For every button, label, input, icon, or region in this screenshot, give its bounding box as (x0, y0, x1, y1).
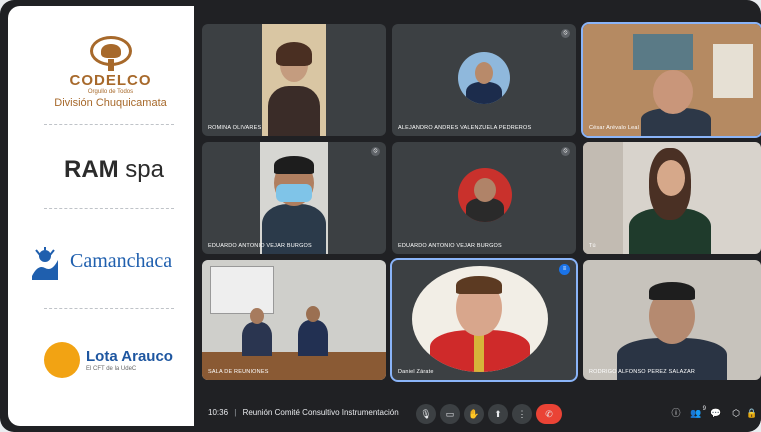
participant-video (412, 266, 548, 372)
lock-icon: 🔒 (746, 408, 758, 418)
control-bar: 10:36 | Reunión Comité Consultivo Instru… (194, 396, 761, 432)
meeting-separator: | (234, 408, 237, 417)
microphone-button[interactable]: 🎙 (416, 404, 436, 424)
participant-tile[interactable]: ⦸ RODRIGO ALFONSO PEREZ SALAZAR (583, 260, 761, 380)
lota-arauco-logo: Lota Arauco El CFT de la UdeC (44, 342, 194, 382)
meeting-time: 10:36 (208, 408, 229, 417)
lota-subtitle: El CFT de la UdeC (86, 366, 137, 372)
meeting-title: Reunión Comité Consultivo Instrumentació… (242, 408, 399, 417)
hand-icon: ✋ (468, 409, 480, 419)
participant-name: ALEJANDRO ANDRES VALENZUELA PEDREROS (398, 125, 532, 131)
participant-avatar (458, 52, 510, 104)
participant-name: Tú (589, 243, 596, 249)
participant-tile[interactable]: ⦸ ALEJANDRO ANDRES VALENZUELA PEDREROS (392, 24, 576, 136)
divider (44, 208, 174, 209)
host-controls-button[interactable]: 🔒 (745, 406, 759, 420)
ram-logo: RAM spa (44, 156, 184, 184)
participant-video (262, 24, 326, 136)
meeting-info: 10:36 | Reunión Comité Consultivo Instru… (208, 408, 399, 417)
meeting-window: CODELCO Orgullo de Todos División Chuqui… (0, 0, 761, 432)
codelco-tagline: Orgullo de Todos (87, 89, 134, 95)
participant-name: César Arévalo Leal (589, 125, 640, 131)
participant-video (583, 260, 761, 380)
participant-tile[interactable]: SALA DE REUNIONES (202, 260, 386, 380)
end-call-icon: ✆ (545, 409, 553, 419)
participant-name: SALA DE REUNIONES (208, 369, 269, 375)
participant-video (202, 260, 386, 380)
activities-icon: ⬡ (732, 408, 740, 418)
participant-video (583, 24, 761, 136)
activities-button[interactable]: ⬡ (729, 406, 743, 420)
present-icon: ⬆ (494, 409, 502, 419)
codelco-mark-icon (89, 36, 132, 71)
ram-logo-bold: RAM (63, 156, 119, 183)
end-call-button[interactable]: ✆ (536, 404, 562, 424)
participant-video (260, 142, 328, 254)
meeting-details-button[interactable]: ⓘ (669, 406, 683, 420)
mic-off-icon: ⦸ (561, 29, 570, 38)
raise-hand-button[interactable]: ✋ (464, 404, 484, 424)
participant-avatar (458, 168, 512, 222)
sponsors-panel: CODELCO Orgullo de Todos División Chuqui… (8, 6, 194, 426)
camera-icon: ▭ (445, 409, 455, 419)
participant-tile[interactable]: ⦸ Tú (583, 142, 761, 254)
camanchaca-mark-icon (32, 247, 58, 280)
participant-tile[interactable]: ⦸ EDUARDO ANTONIO VEJAR BURGOS (202, 142, 386, 254)
participant-name: EDUARDO ANTONIO VEJAR BURGOS (208, 243, 312, 249)
camanchaca-logo: Camanchaca (28, 244, 198, 284)
mic-off-icon: ⦸ (561, 147, 570, 156)
codelco-logo: CODELCO Orgullo de Todos División Chuqui… (48, 36, 173, 109)
divider (44, 308, 174, 309)
participant-tile[interactable]: ≡ Daniel Zárate (390, 258, 578, 382)
mic-off-icon: ⦸ (371, 147, 380, 156)
camanchaca-name: Camanchaca (70, 250, 173, 272)
participant-tile[interactable]: ⦸ César Arévalo Leal (581, 22, 761, 138)
participant-name: RODRIGO ALFONSO PEREZ SALAZAR (589, 369, 696, 375)
participant-video (583, 142, 761, 254)
people-button[interactable]: 👥 9 (689, 406, 706, 420)
more-options-button[interactable]: ⋮ (512, 404, 532, 424)
chat-icon: 💬 (710, 408, 722, 418)
people-count: 9 (702, 406, 706, 412)
participant-tile[interactable]: ROMINA OLIVARES (202, 24, 386, 136)
speaking-indicator-icon: ≡ (559, 264, 570, 275)
ram-logo-rest: spa (118, 156, 165, 183)
chat-button[interactable]: 💬 (709, 406, 723, 420)
present-button[interactable]: ⬆ (488, 404, 508, 424)
people-icon: 👥 (690, 408, 702, 418)
divider (44, 124, 174, 125)
codelco-division: División Chuquicamata (54, 97, 167, 109)
info-icon: ⓘ (671, 408, 681, 418)
participant-name: Daniel Zárate (398, 369, 434, 375)
codelco-name: CODELCO (69, 72, 152, 89)
lota-mark-icon (44, 342, 80, 378)
participant-name: ROMINA OLIVARES (208, 125, 262, 131)
participant-tile[interactable]: ⦸ EDUARDO ANTONIO VEJAR BURGOS (392, 142, 576, 254)
more-icon: ⋮ (517, 409, 527, 419)
camera-button[interactable]: ▭ (440, 404, 460, 424)
participant-name: EDUARDO ANTONIO VEJAR BURGOS (398, 243, 502, 249)
lota-name: Lota Arauco (86, 348, 173, 365)
microphone-icon: 🎙 (420, 409, 432, 419)
